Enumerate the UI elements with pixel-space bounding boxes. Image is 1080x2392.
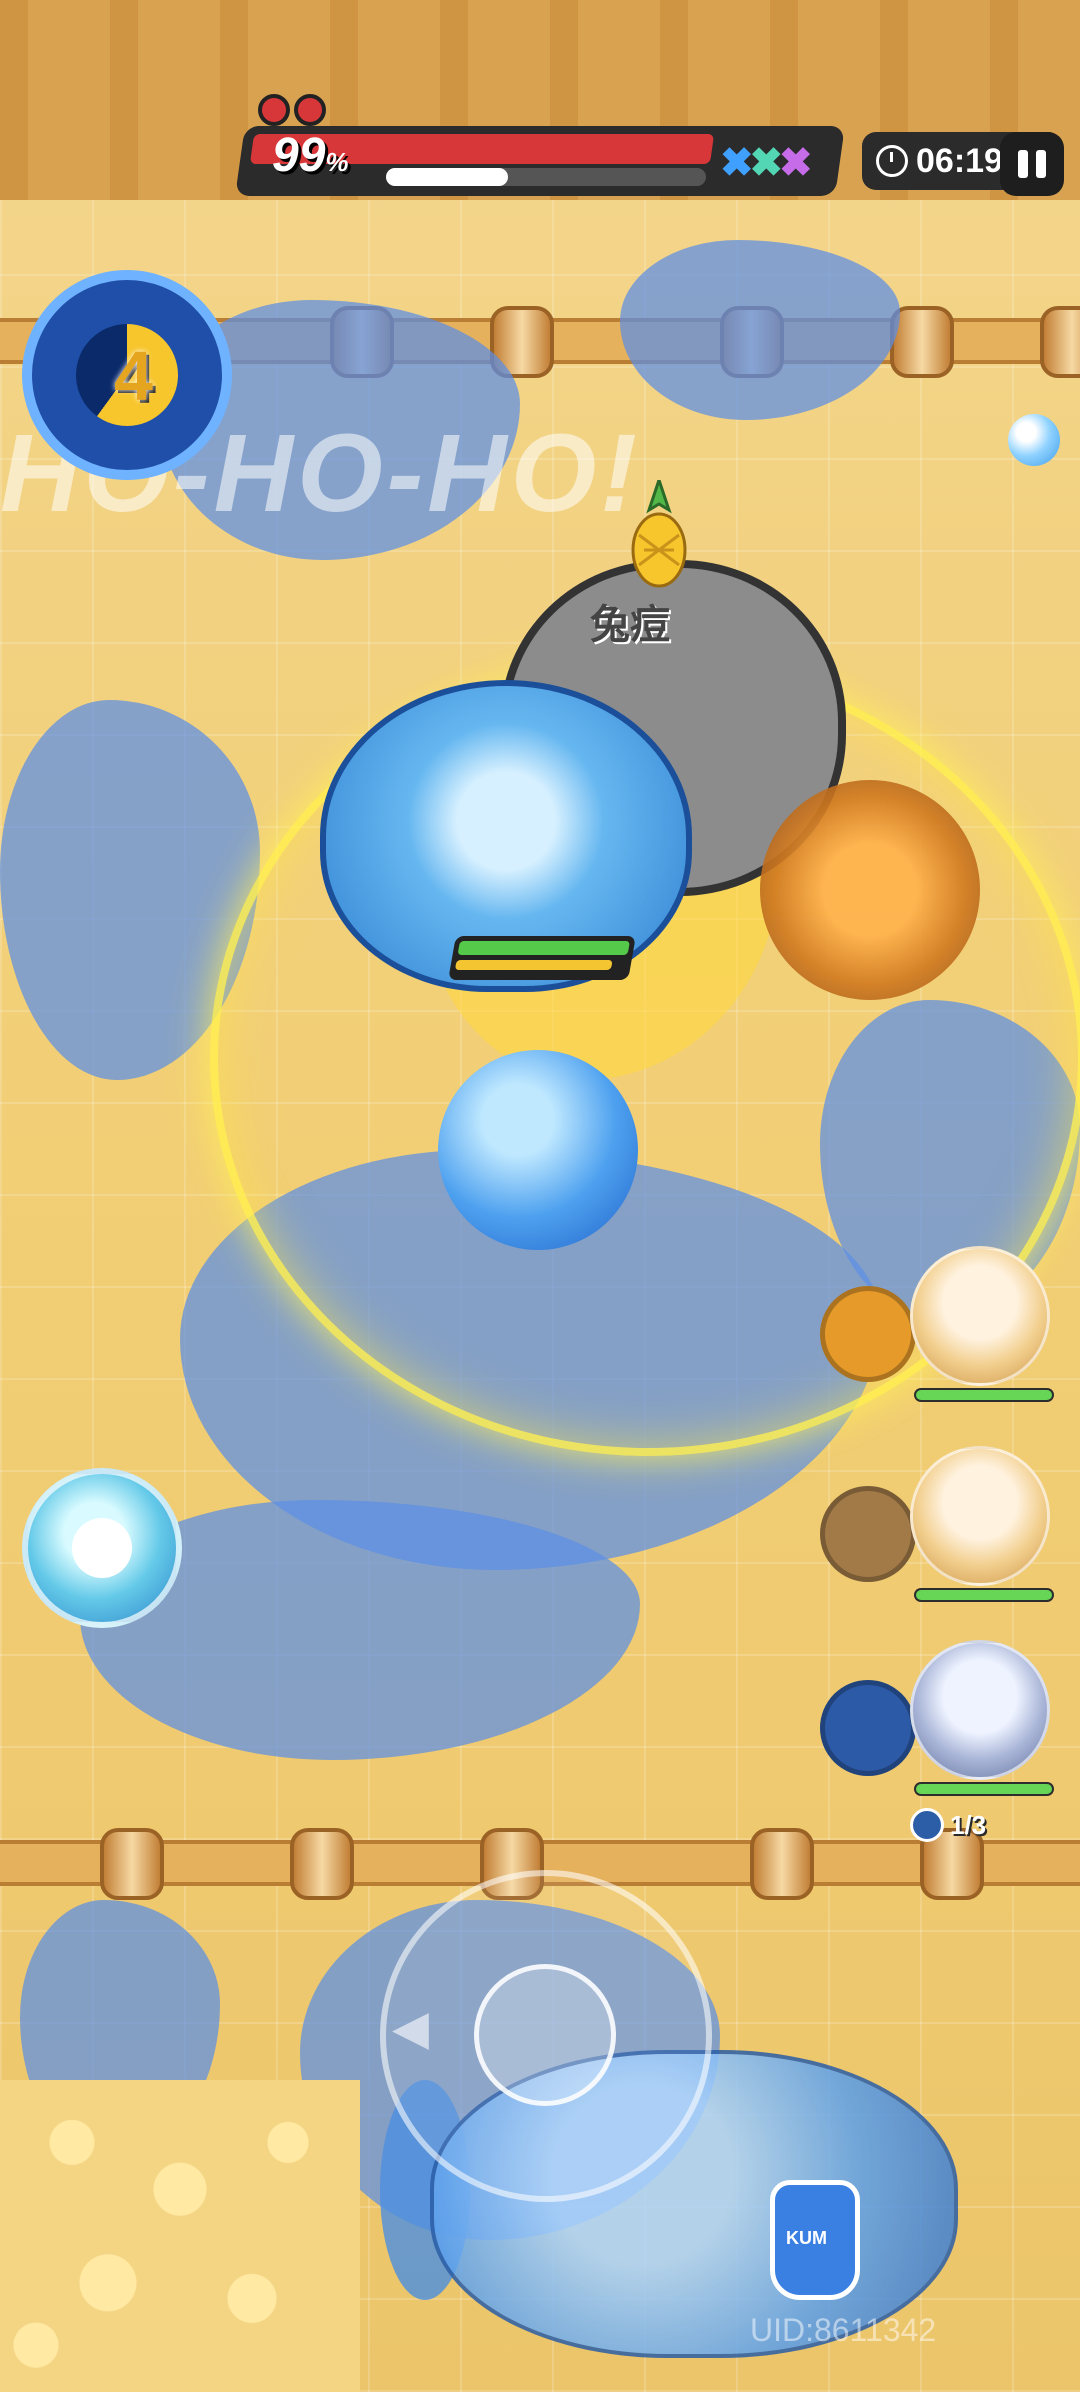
party-hp-bar (914, 1782, 1054, 1796)
user-id: UID:8611342 (750, 2312, 937, 2348)
claw-skill-icon (820, 1486, 916, 1582)
shell-skill-icon (820, 1286, 916, 1382)
skill-charge: 1/3 (910, 1808, 986, 1842)
pineapple-icon (631, 480, 687, 588)
avatar (910, 1640, 1050, 1780)
skill-charge-icon (910, 1808, 944, 1842)
clock-icon (876, 145, 908, 177)
avatar (910, 1446, 1050, 1586)
party-hp-bar (914, 1588, 1054, 1602)
flower-skill-icon (820, 1680, 916, 1776)
party-member-3[interactable] (780, 1640, 1080, 1800)
ghost-icon (72, 1518, 132, 1578)
pause-button[interactable] (1000, 132, 1064, 196)
player-hp-bar (448, 936, 636, 980)
fence-post (1040, 306, 1080, 378)
fence-post (750, 1828, 814, 1900)
fence-post (100, 1828, 164, 1900)
avatar (910, 1246, 1050, 1386)
wave-counter: 4 (22, 270, 232, 480)
bubble-floor (0, 2080, 360, 2392)
ultimate-skill-button[interactable] (22, 1468, 182, 1628)
enemy-name: 兔痘 (590, 603, 670, 647)
player-hero (438, 1050, 638, 1250)
party-hp-bar (914, 1388, 1054, 1402)
boss-shield-bar (386, 168, 706, 186)
joystick-left-arrow-icon: ◀ (392, 2002, 429, 2055)
party-member-2[interactable] (780, 1446, 1080, 1606)
orange-explosion (760, 780, 980, 1000)
weakness-icons: ✖✖✖ (720, 141, 812, 185)
party-member-1[interactable] (780, 1246, 1080, 1406)
fence-post (290, 1828, 354, 1900)
boss-hp-percent: 99% (272, 129, 349, 182)
bubble-pickup (1008, 414, 1060, 466)
joystick-knob[interactable] (474, 1964, 616, 2106)
